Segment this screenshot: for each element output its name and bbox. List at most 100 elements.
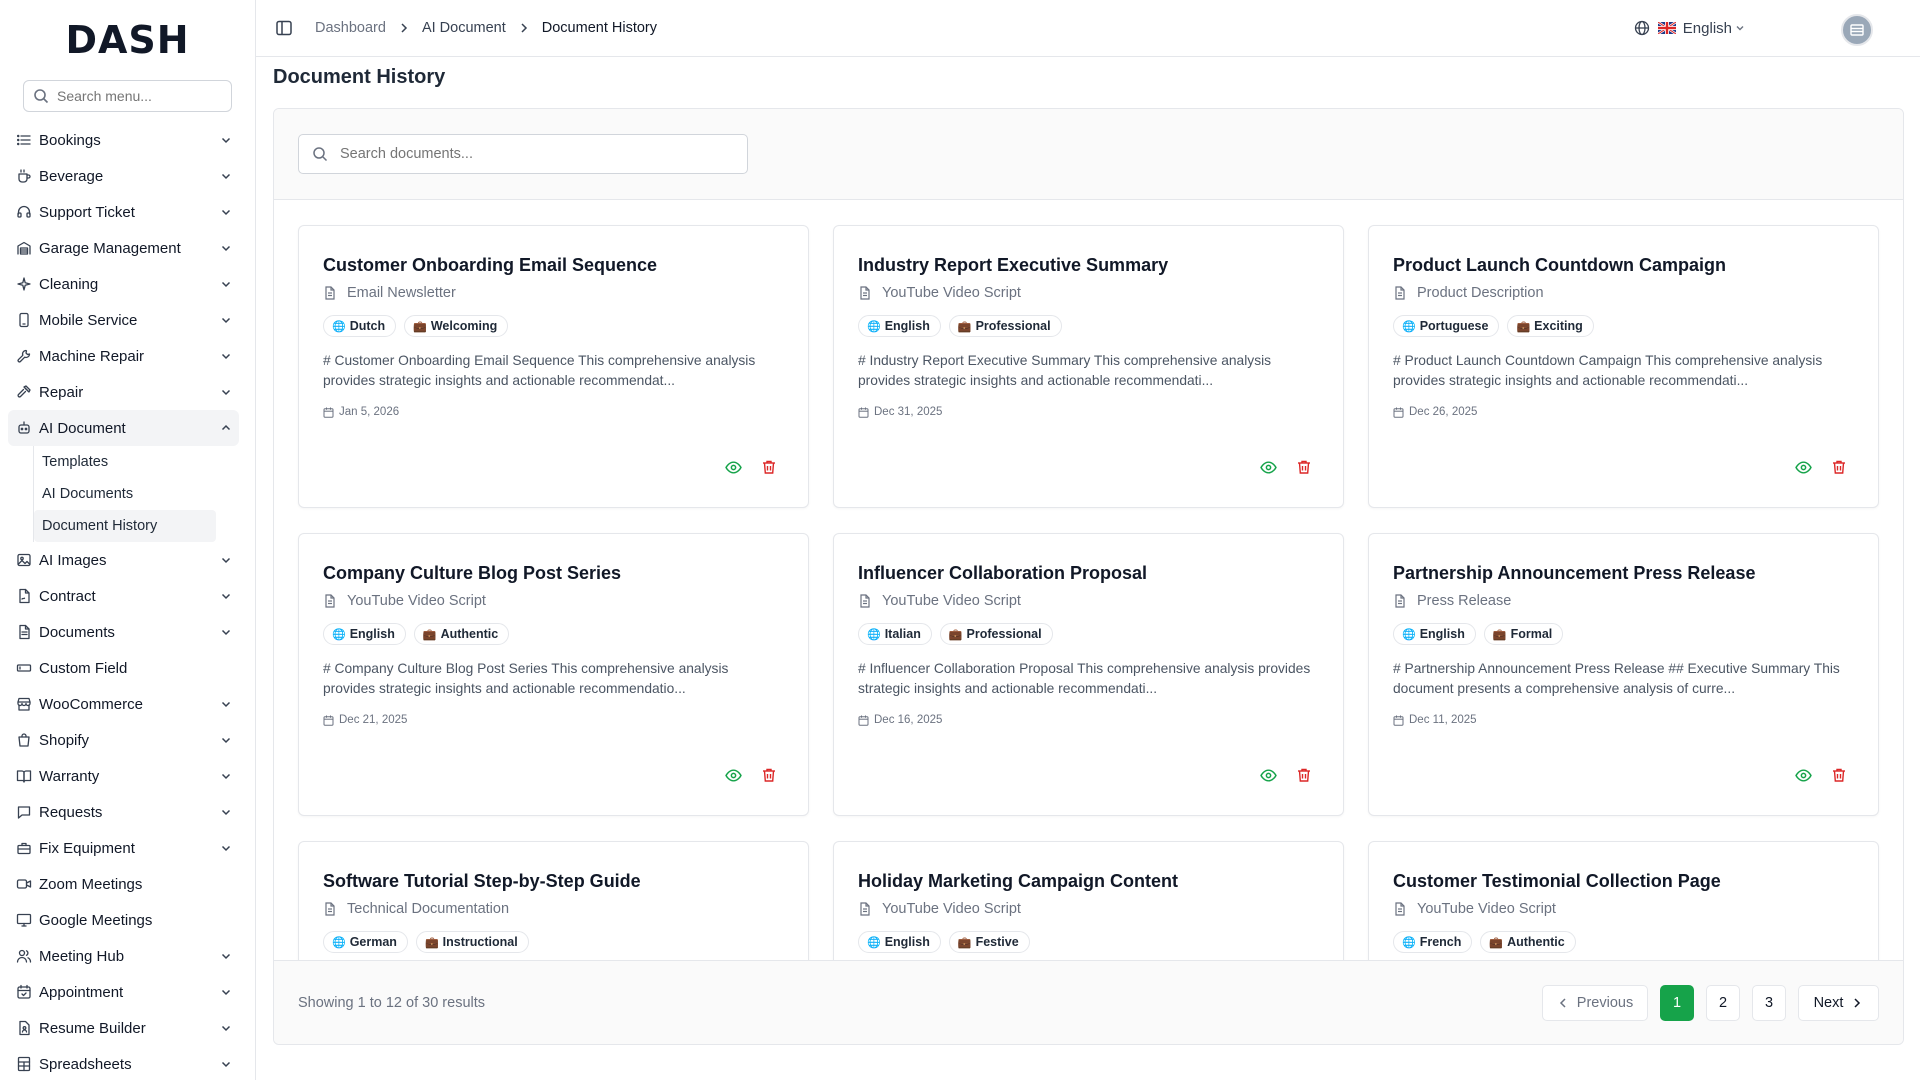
- language-label: English: [1682, 19, 1732, 37]
- document-type-label: Email Newsletter: [347, 285, 456, 301]
- document-card[interactable]: Partnership Announcement Press Release Pr…: [1368, 533, 1879, 816]
- view-icon[interactable]: [724, 458, 742, 476]
- document-actions: [1241, 766, 1313, 784]
- tone-badge: 💼 Formal: [1483, 623, 1564, 645]
- document-card[interactable]: Industry Report Executive Summary YouTube…: [833, 225, 1344, 508]
- sidebar-item-support-ticket[interactable]: Support Ticket: [8, 194, 239, 230]
- view-icon[interactable]: [1259, 458, 1277, 476]
- sidebar-item-google-meetings[interactable]: Google Meetings: [8, 902, 239, 938]
- sidebar-item-beverage[interactable]: Beverage: [8, 158, 239, 194]
- sidebar-item-resume-builder[interactable]: Resume Builder: [8, 1010, 239, 1046]
- view-icon[interactable]: [1794, 766, 1812, 784]
- sidebar-item-appointment[interactable]: Appointment: [8, 974, 239, 1010]
- delete-icon[interactable]: [1295, 766, 1313, 784]
- sidebar-item-bookings[interactable]: Bookings: [8, 122, 239, 158]
- document-card[interactable]: Holiday Marketing Campaign Content YouTub…: [833, 841, 1344, 965]
- document-card[interactable]: Company Culture Blog Post Series YouTube …: [298, 533, 809, 816]
- next-page-button[interactable]: Next: [1798, 985, 1879, 1021]
- document-card[interactable]: Product Launch Countdown Campaign Product…: [1368, 225, 1879, 508]
- document-title[interactable]: Product Launch Countdown Campaign: [1393, 254, 1854, 276]
- globe-icon: 🌐: [1402, 320, 1416, 333]
- sidebar-item-cleaning[interactable]: Cleaning: [8, 266, 239, 302]
- document-type-label: Product Description: [1417, 285, 1544, 301]
- document-search-input[interactable]: [340, 146, 740, 162]
- sidebar-item-custom-field[interactable]: Custom Field: [8, 650, 239, 686]
- view-icon[interactable]: [1259, 766, 1277, 784]
- delete-icon[interactable]: [760, 766, 778, 784]
- document-tags: 🌐 Portuguese 💼 Exciting: [1393, 315, 1854, 337]
- document-type: YouTube Video Script: [858, 285, 1319, 301]
- sidebar-item-repair[interactable]: Repair: [8, 374, 239, 410]
- document-title[interactable]: Industry Report Executive Summary: [858, 254, 1319, 276]
- document-card[interactable]: Software Tutorial Step-by-Step Guide Tech…: [298, 841, 809, 965]
- sidebar-group: Resume Builder: [0, 1010, 255, 1046]
- sidebar-item-machine-repair[interactable]: Machine Repair: [8, 338, 239, 374]
- language-selector[interactable]: English: [1634, 20, 1745, 37]
- sidebar-item-requests[interactable]: Requests: [8, 794, 239, 830]
- document-date: Dec 26, 2025: [1393, 406, 1854, 418]
- sidebar-item-meeting-hub[interactable]: Meeting Hub: [8, 938, 239, 974]
- next-label: Next: [1813, 995, 1844, 1011]
- document-grid: Customer Onboarding Email Sequence Email …: [274, 201, 1903, 965]
- sidebar-item-label: Support Ticket: [39, 203, 135, 221]
- document-preview: # Product Launch Countdown Campaign This…: [1393, 353, 1823, 388]
- breadcrumb-ai-document[interactable]: AI Document: [422, 20, 506, 36]
- view-icon[interactable]: [1794, 458, 1812, 476]
- sidebar-item-woocommerce[interactable]: WooCommerce: [8, 686, 239, 722]
- sidebar-item-label: Custom Field: [39, 659, 128, 677]
- language-badge-label: English: [884, 935, 930, 949]
- document-grid-scroll[interactable]: Customer Onboarding Email Sequence Email …: [274, 201, 1903, 965]
- previous-page-button[interactable]: Previous: [1542, 985, 1648, 1021]
- submenu-item-ai-documents[interactable]: AI Documents: [34, 478, 216, 510]
- view-icon[interactable]: [724, 766, 742, 784]
- briefcase-icon: 💼: [413, 320, 427, 333]
- sidebar-item-garage-management[interactable]: Garage Management: [8, 230, 239, 266]
- page-3-button[interactable]: 3: [1752, 985, 1786, 1021]
- sidebar-item-spreadsheets[interactable]: Spreadsheets: [8, 1046, 239, 1080]
- document-card[interactable]: Customer Onboarding Email Sequence Email …: [298, 225, 809, 508]
- delete-icon[interactable]: [1830, 458, 1848, 476]
- sidebar-item-ai-images[interactable]: AI Images: [8, 542, 239, 578]
- chevron-down-icon: [219, 625, 233, 639]
- document-title[interactable]: Software Tutorial Step-by-Step Guide: [323, 870, 784, 892]
- sidebar-item-contract[interactable]: Contract: [8, 578, 239, 614]
- document-search[interactable]: [298, 134, 748, 174]
- breadcrumb-dashboard[interactable]: Dashboard: [315, 20, 386, 36]
- document-title[interactable]: Customer Testimonial Collection Page: [1393, 870, 1854, 892]
- delete-icon[interactable]: [760, 458, 778, 476]
- delete-icon[interactable]: [1830, 766, 1848, 784]
- avatar[interactable]: [1841, 14, 1873, 46]
- sidebar-item-label: Warranty: [39, 767, 100, 785]
- sidebar-item-mobile-service[interactable]: Mobile Service: [8, 302, 239, 338]
- language-badge: 🌐 English: [858, 931, 941, 953]
- sidebar-item-ai-document[interactable]: AI Document: [8, 410, 239, 446]
- document-card[interactable]: Customer Testimonial Collection Page YouT…: [1368, 841, 1879, 965]
- sidebar-item-fix-equipment[interactable]: Fix Equipment: [8, 830, 239, 866]
- sidebar-item-zoom-meetings[interactable]: Zoom Meetings: [8, 866, 239, 902]
- delete-icon[interactable]: [1295, 458, 1313, 476]
- sidebar-item-warranty[interactable]: Warranty: [8, 758, 239, 794]
- sidebar-item-shopify[interactable]: Shopify: [8, 722, 239, 758]
- sidebar-search[interactable]: [23, 80, 232, 112]
- sidebar-search-input[interactable]: [57, 88, 217, 104]
- document-title[interactable]: Company Culture Blog Post Series: [323, 562, 784, 584]
- tone-badge-label: Instructional: [442, 935, 518, 949]
- page-1-button[interactable]: 1: [1660, 985, 1694, 1021]
- sidebar-item-documents[interactable]: Documents: [8, 614, 239, 650]
- document-title[interactable]: Partnership Announcement Press Release: [1393, 562, 1854, 584]
- document-date: Dec 21, 2025: [323, 714, 784, 726]
- document-card[interactable]: Influencer Collaboration Proposal YouTube…: [833, 533, 1344, 816]
- submenu-item-document-history[interactable]: Document History: [34, 510, 216, 542]
- sidebar-toggle-icon[interactable]: [275, 19, 293, 37]
- tone-badge: 💼 Authentic: [1480, 931, 1576, 953]
- document-title[interactable]: Holiday Marketing Campaign Content: [858, 870, 1319, 892]
- logo[interactable]: DASH: [0, 0, 255, 80]
- briefcase-icon: 💼: [957, 320, 972, 333]
- tone-badge: 💼 Professional: [948, 315, 1062, 337]
- document-title[interactable]: Customer Onboarding Email Sequence: [323, 254, 784, 276]
- submenu-item-templates[interactable]: Templates: [34, 446, 216, 478]
- page-2-button[interactable]: 2: [1706, 985, 1740, 1021]
- sidebar-item-label: Meeting Hub: [39, 947, 125, 965]
- document-title[interactable]: Influencer Collaboration Proposal: [858, 562, 1319, 584]
- chevron-down-icon: [219, 949, 233, 963]
